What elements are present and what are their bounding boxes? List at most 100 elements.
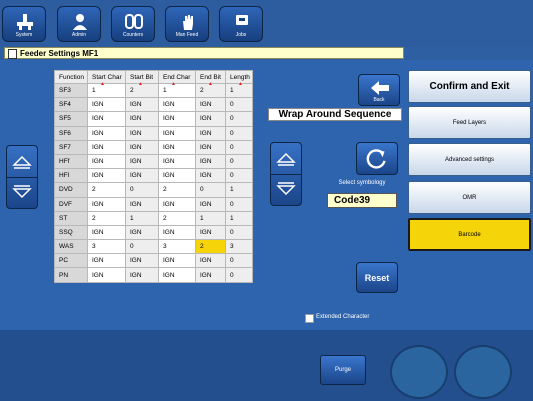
start-bit-cell[interactable]: 0 <box>125 239 159 255</box>
start-bit-cell[interactable]: IGN <box>125 224 159 241</box>
table-row[interactable]: SSQ IGN IGN IGN IGN 0 <box>54 224 253 241</box>
end-bit-cell[interactable]: IGN <box>195 139 226 155</box>
back-button[interactable]: Back <box>358 74 400 106</box>
value-scroll-arrows <box>270 142 302 206</box>
scroll-up-button[interactable] <box>7 146 37 178</box>
start-bit-cell[interactable]: IGN <box>125 97 159 113</box>
end-char-cell[interactable]: IGN <box>158 139 196 155</box>
start-bit-cell[interactable]: 0 <box>125 182 159 198</box>
start-bit-cell[interactable]: IGN <box>125 153 159 170</box>
function-cell: SF6 <box>54 125 88 141</box>
table-row[interactable]: SF7 IGN IGN IGN IGN 0 <box>54 139 253 155</box>
end-bit-cell[interactable]: IGN <box>195 196 226 212</box>
end-bit-cell[interactable]: IGN <box>195 224 226 241</box>
reset-button[interactable]: Reset <box>356 262 398 293</box>
table-row[interactable]: HFI IGN IGN IGN IGN 0 <box>54 168 253 184</box>
end-bit-cell[interactable]: ▲ 2 <box>195 82 226 99</box>
start-bit-cell[interactable]: 1 <box>125 210 159 226</box>
nav-counters-label: Counters <box>122 32 144 38</box>
table-row[interactable]: SF3 ▲ 1 ▲ 2 ▲ 1 ▲ 2 ▲ 1 <box>54 81 253 99</box>
advanced-settings-button[interactable]: Advanced settings <box>408 143 531 176</box>
start-char-cell[interactable]: ▲ 1 <box>87 82 126 99</box>
table-row[interactable]: PN IGN IGN IGN IGN 0 <box>54 267 253 283</box>
end-bit-cell-selected[interactable]: 2 <box>195 239 226 255</box>
value-down-button[interactable] <box>271 174 301 205</box>
end-char-cell[interactable]: 2 <box>158 182 196 198</box>
nav-admin-button[interactable]: Admin <box>57 6 101 42</box>
table-row[interactable]: HFf IGN IGN IGN IGN 0 <box>54 153 253 170</box>
start-char-cell[interactable]: IGN <box>87 168 126 184</box>
end-bit-cell[interactable]: IGN <box>195 97 226 113</box>
end-char-cell[interactable]: IGN <box>158 111 196 127</box>
nav-man-feed-button[interactable]: Man Feed <box>165 6 209 42</box>
end-bit-cell[interactable]: 1 <box>195 210 226 226</box>
start-char-cell[interactable]: IGN <box>87 125 126 141</box>
scroll-down-button[interactable] <box>7 177 37 208</box>
start-char-cell[interactable]: IGN <box>87 139 126 155</box>
start-char-cell[interactable]: IGN <box>87 153 126 170</box>
end-char-cell[interactable]: 2 <box>158 210 196 226</box>
counter-icon <box>125 14 143 29</box>
table-row[interactable]: WAS 3 0 3 2 3 <box>54 239 253 255</box>
end-char-cell[interactable]: ▲ 1 <box>158 82 196 99</box>
extended-character-checkbox[interactable] <box>305 314 314 323</box>
end-char-cell[interactable]: IGN <box>158 153 196 170</box>
end-char-cell[interactable]: IGN <box>158 224 196 241</box>
start-char-cell[interactable]: IGN <box>87 97 126 113</box>
start-bit-cell[interactable]: IGN <box>125 168 159 184</box>
confirm-exit-button[interactable]: Confirm and Exit <box>408 70 531 103</box>
table-row[interactable]: SF6 IGN IGN IGN IGN 0 <box>54 125 253 141</box>
end-bit-cell[interactable]: IGN <box>195 111 226 127</box>
nav-system-button[interactable]: System <box>2 6 46 42</box>
nav-jobs-button[interactable]: Jobs <box>219 6 263 42</box>
start-bit-cell[interactable]: IGN <box>125 125 159 141</box>
start-char-cell[interactable]: IGN <box>87 253 126 269</box>
start-bit-cell[interactable]: IGN <box>125 253 159 269</box>
start-char-cell[interactable]: IGN <box>87 196 126 212</box>
end-bit-cell[interactable]: IGN <box>195 153 226 170</box>
table-row[interactable]: SF4 IGN IGN IGN IGN 0 <box>54 97 253 113</box>
table-row[interactable]: SF5 IGN IGN IGN IGN 0 <box>54 111 253 127</box>
barcode-button[interactable]: Barcode <box>408 218 531 251</box>
end-bit-cell[interactable]: IGN <box>195 253 226 269</box>
sort-marker-icon: ▲ <box>238 81 243 87</box>
value-up-button[interactable] <box>271 143 301 175</box>
feed-layers-button[interactable]: Feed Layers <box>408 106 531 139</box>
triangle-down-icon <box>276 182 296 196</box>
start-char-cell[interactable]: IGN <box>87 224 126 241</box>
table-row[interactable]: PC IGN IGN IGN IGN 0 <box>54 253 253 269</box>
table-row[interactable]: DVD 2 0 2 0 1 <box>54 182 253 198</box>
end-char-cell[interactable]: IGN <box>158 168 196 184</box>
start-char-cell[interactable]: 2 <box>87 182 126 198</box>
nav-jobs-label: Jobs <box>235 32 247 38</box>
table-row[interactable]: ST 2 1 2 1 1 <box>54 210 253 226</box>
end-bit-cell[interactable]: 0 <box>195 182 226 198</box>
start-char-cell[interactable]: IGN <box>87 267 126 283</box>
end-bit-cell[interactable]: IGN <box>195 125 226 141</box>
start-bit-cell[interactable]: IGN <box>125 139 159 155</box>
nav-counters-button[interactable]: Counters <box>111 6 155 42</box>
end-char-cell[interactable]: IGN <box>158 253 196 269</box>
start-bit-cell[interactable]: IGN <box>125 111 159 127</box>
length-cell: ▲ 1 <box>225 81 253 99</box>
end-char-cell[interactable]: IGN <box>158 196 196 212</box>
purge-button[interactable]: Purge <box>320 355 366 385</box>
table-row[interactable]: DVF IGN IGN IGN IGN 0 <box>54 196 253 212</box>
cycle-symbology-button[interactable] <box>356 142 398 175</box>
end-char-cell[interactable]: IGN <box>158 267 196 283</box>
end-bit-cell[interactable]: IGN <box>195 168 226 184</box>
end-char-cell[interactable]: IGN <box>158 125 196 141</box>
start-char-cell[interactable]: 2 <box>87 210 126 226</box>
length-cell: 0 <box>225 168 253 184</box>
omr-button[interactable]: OMR <box>408 181 531 214</box>
length-cell: 0 <box>225 125 253 141</box>
length-cell: 1 <box>225 210 253 226</box>
end-char-cell[interactable]: 3 <box>158 239 196 255</box>
start-char-cell[interactable]: 3 <box>87 239 126 255</box>
start-bit-cell[interactable]: ▲ 2 <box>125 82 159 99</box>
end-char-cell[interactable]: IGN <box>158 97 196 113</box>
start-bit-cell[interactable]: IGN <box>125 267 159 283</box>
start-bit-cell[interactable]: IGN <box>125 196 159 212</box>
start-char-cell[interactable]: IGN <box>87 111 126 127</box>
end-bit-cell[interactable]: IGN <box>195 267 226 283</box>
